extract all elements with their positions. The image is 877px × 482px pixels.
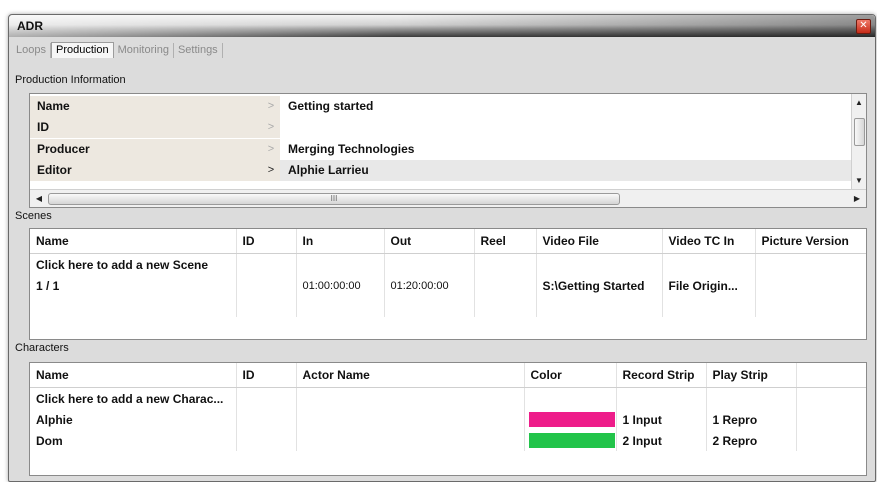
scroll-thumb[interactable] xyxy=(854,118,865,146)
property-key: Producer xyxy=(30,139,280,160)
empty-row xyxy=(30,296,866,317)
expand-arrow-icon: > xyxy=(267,164,275,176)
property-key: Name xyxy=(30,96,280,117)
production-row-id[interactable]: ID > xyxy=(30,117,852,138)
column-header[interactable]: Picture Version xyxy=(755,229,866,254)
column-header[interactable]: Name xyxy=(30,229,237,254)
color-cell[interactable] xyxy=(524,430,617,451)
character-id[interactable] xyxy=(236,430,297,451)
column-header[interactable]: Video TC In xyxy=(662,229,756,254)
add-scene-prompt[interactable]: Click here to add a new Scene xyxy=(30,253,237,275)
column-header[interactable]: Name xyxy=(30,363,237,388)
column-header[interactable]: Color xyxy=(524,363,617,388)
record-strip[interactable]: 2 Input xyxy=(616,430,707,451)
play-strip[interactable]: 2 Repro xyxy=(706,430,797,451)
column-header[interactable]: Play Strip xyxy=(706,363,797,388)
characters-table-panel: Name ID Actor Name Color Record Strip Pl… xyxy=(29,362,867,476)
horizontal-scrollbar[interactable]: ◀ III ▶ xyxy=(30,189,866,207)
production-info-panel: Name > Getting started ID > Producer > M… xyxy=(29,93,867,208)
scenes-table-panel: Name ID In Out Reel Video File Video TC … xyxy=(29,228,867,340)
production-row-name[interactable]: Name > Getting started xyxy=(30,96,852,117)
tab-settings[interactable]: Settings xyxy=(174,43,223,58)
scroll-thumb[interactable]: III xyxy=(48,193,620,205)
expand-arrow-icon: > xyxy=(267,121,275,133)
scene-out[interactable]: 01:20:00:00 xyxy=(384,275,475,296)
scroll-down-icon[interactable]: ▼ xyxy=(852,174,866,188)
property-value[interactable]: Getting started xyxy=(288,96,373,117)
add-character-row[interactable]: Click here to add a new Charac... xyxy=(30,387,866,409)
column-header[interactable]: Actor Name xyxy=(296,363,525,388)
vertical-scrollbar[interactable]: ▲ ▼ xyxy=(851,94,866,190)
tab-bar: Loops Production Monitoring Settings xyxy=(12,40,223,58)
column-header[interactable]: Video File xyxy=(536,229,663,254)
tab-monitoring[interactable]: Monitoring xyxy=(114,43,174,58)
column-header[interactable]: In xyxy=(296,229,385,254)
record-strip[interactable]: 1 Input xyxy=(616,409,707,430)
scene-video-file[interactable]: S:\Getting Started xyxy=(536,275,663,296)
expand-arrow-icon: > xyxy=(267,143,275,155)
scenes-table: Name ID In Out Reel Video File Video TC … xyxy=(30,229,866,317)
column-header[interactable]: ID xyxy=(236,363,297,388)
add-scene-row[interactable]: Click here to add a new Scene xyxy=(30,253,866,275)
scene-reel[interactable] xyxy=(474,275,537,296)
property-key: Editor xyxy=(30,160,280,181)
actor-name[interactable] xyxy=(296,409,525,430)
character-id[interactable] xyxy=(236,409,297,430)
scenes-section-label: Scenes xyxy=(15,210,52,222)
color-swatch[interactable] xyxy=(528,433,615,449)
characters-section-label: Characters xyxy=(15,342,69,354)
character-name[interactable]: Alphie xyxy=(30,409,237,430)
scene-id[interactable] xyxy=(236,275,297,296)
column-header xyxy=(796,363,866,388)
scene-picture-version[interactable] xyxy=(755,275,866,296)
scene-in[interactable]: 01:00:00:00 xyxy=(296,275,385,296)
column-header[interactable]: ID xyxy=(236,229,297,254)
character-name[interactable]: Dom xyxy=(30,430,237,451)
scroll-up-icon[interactable]: ▲ xyxy=(852,96,866,110)
actor-name[interactable] xyxy=(296,430,525,451)
column-header[interactable]: Reel xyxy=(474,229,537,254)
table-header-row: Name ID Actor Name Color Record Strip Pl… xyxy=(30,363,866,388)
property-key: ID xyxy=(30,117,280,138)
property-value[interactable]: Alphie Larrieu xyxy=(288,160,369,181)
table-row[interactable]: Alphie 1 Input 1 Repro xyxy=(30,409,866,430)
add-character-prompt[interactable]: Click here to add a new Charac... xyxy=(30,387,237,409)
title-bar[interactable]: ADR ✕ xyxy=(9,15,875,37)
tab-production[interactable]: Production xyxy=(50,42,114,58)
close-icon[interactable]: ✕ xyxy=(856,19,871,34)
table-row[interactable]: 1 / 1 01:00:00:00 01:20:00:00 S:\Getting… xyxy=(30,275,866,296)
window-title: ADR xyxy=(17,19,43,33)
production-section-label: Production Information xyxy=(15,74,126,86)
column-header[interactable]: Out xyxy=(384,229,475,254)
scene-name[interactable]: 1 / 1 xyxy=(30,275,237,296)
production-row-editor[interactable]: Editor > Alphie Larrieu xyxy=(30,160,852,181)
characters-table: Name ID Actor Name Color Record Strip Pl… xyxy=(30,363,866,451)
column-header[interactable]: Record Strip xyxy=(616,363,707,388)
color-swatch[interactable] xyxy=(528,412,615,428)
color-cell[interactable] xyxy=(524,409,617,430)
production-row-producer[interactable]: Producer > Merging Technologies xyxy=(30,139,852,160)
scroll-left-icon[interactable]: ◀ xyxy=(32,190,46,207)
scene-video-tc-in[interactable]: File Origin... xyxy=(662,275,756,296)
expand-arrow-icon: > xyxy=(267,100,275,112)
play-strip[interactable]: 1 Repro xyxy=(706,409,797,430)
scroll-right-icon[interactable]: ▶ xyxy=(850,190,864,207)
property-value[interactable]: Merging Technologies xyxy=(288,139,414,160)
tab-loops[interactable]: Loops xyxy=(12,43,51,58)
table-header-row: Name ID In Out Reel Video File Video TC … xyxy=(30,229,866,254)
table-row[interactable]: Dom 2 Input 2 Repro xyxy=(30,430,866,451)
